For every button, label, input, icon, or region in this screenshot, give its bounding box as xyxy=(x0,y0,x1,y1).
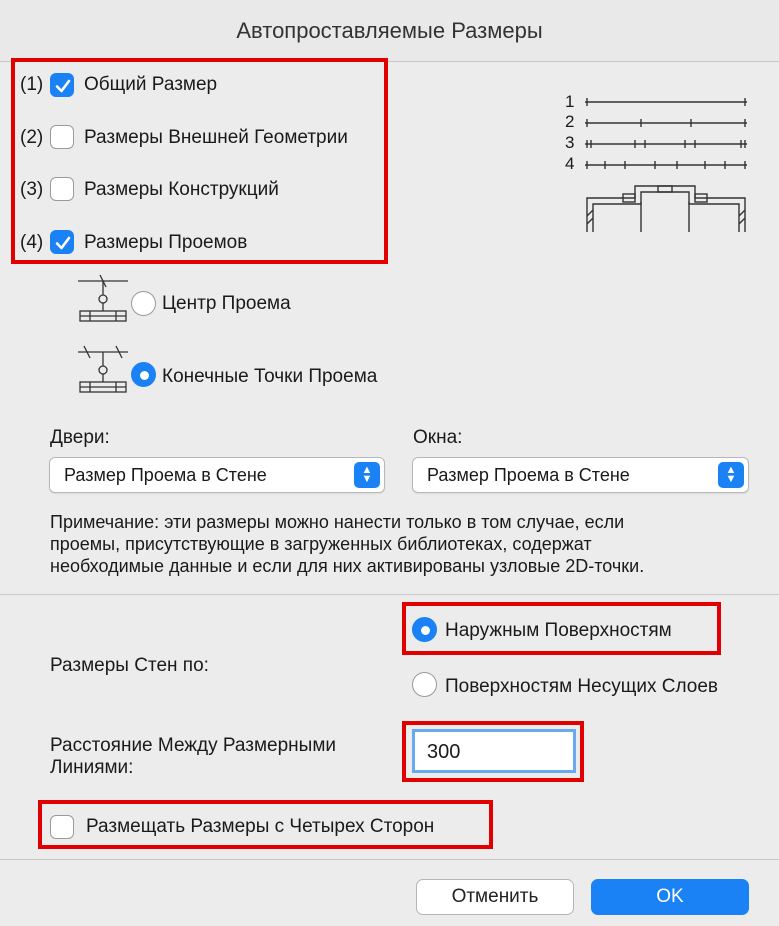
note-text: Примечание: эти размеры можно нанести то… xyxy=(50,511,644,577)
label-core-surfaces: Поверхностям Несущих Слоев xyxy=(445,676,718,697)
windows-select[interactable]: Размер Проема в Стене ▲ ▼ xyxy=(412,457,749,493)
dimension-lines-graphic xyxy=(585,98,747,232)
note-line-1: Примечание: эти размеры можно нанести то… xyxy=(50,512,625,532)
note-line-3: необходимые данные и если для них активи… xyxy=(50,556,645,576)
title-bar: Автопроставляемые Размеры xyxy=(0,0,779,62)
highlight-box-outer xyxy=(402,602,721,655)
doors-select-value: Размер Проема в Стене xyxy=(64,465,267,485)
dimension-preview: 1 2 3 4 xyxy=(565,90,755,240)
windows-label: Окна: xyxy=(413,427,463,448)
label-opening-endpoints: Конечные Точки Проема xyxy=(162,366,378,387)
highlight-box-options xyxy=(11,58,388,264)
updown-chevron-icon: ▲ ▼ xyxy=(354,462,380,488)
ok-button[interactable]: OK xyxy=(591,879,749,915)
separator xyxy=(0,594,779,595)
cancel-button[interactable]: Отменить xyxy=(416,879,574,915)
separator xyxy=(0,859,779,860)
radio-core-surfaces[interactable] xyxy=(412,672,437,697)
updown-chevron-icon: ▲ ▼ xyxy=(718,462,744,488)
doors-select[interactable]: Размер Проема в Стене ▲ ▼ xyxy=(49,457,385,493)
opening-center-icon xyxy=(78,274,128,322)
spacing-label-line-2: Линиями: xyxy=(50,757,134,778)
spacing-label: Расстояние Между Размерными Линиями: xyxy=(50,735,336,779)
highlight-box-spacing xyxy=(402,721,584,782)
opening-endpoints-icon xyxy=(78,345,128,393)
windows-select-value: Размер Проема в Стене xyxy=(427,465,630,485)
radio-opening-center[interactable] xyxy=(131,291,156,316)
radio-opening-endpoints[interactable] xyxy=(131,362,156,387)
window-title: Автопроставляемые Размеры xyxy=(236,18,543,43)
label-opening-center: Центр Проема xyxy=(162,293,291,314)
highlight-box-four-sides xyxy=(38,800,493,849)
note-line-2: проемы, присутствующие в загруженных биб… xyxy=(50,534,592,554)
walls-label: Размеры Стен по: xyxy=(50,655,209,676)
doors-label: Двери: xyxy=(50,427,110,448)
spacing-label-line-1: Расстояние Между Размерными xyxy=(50,735,337,756)
